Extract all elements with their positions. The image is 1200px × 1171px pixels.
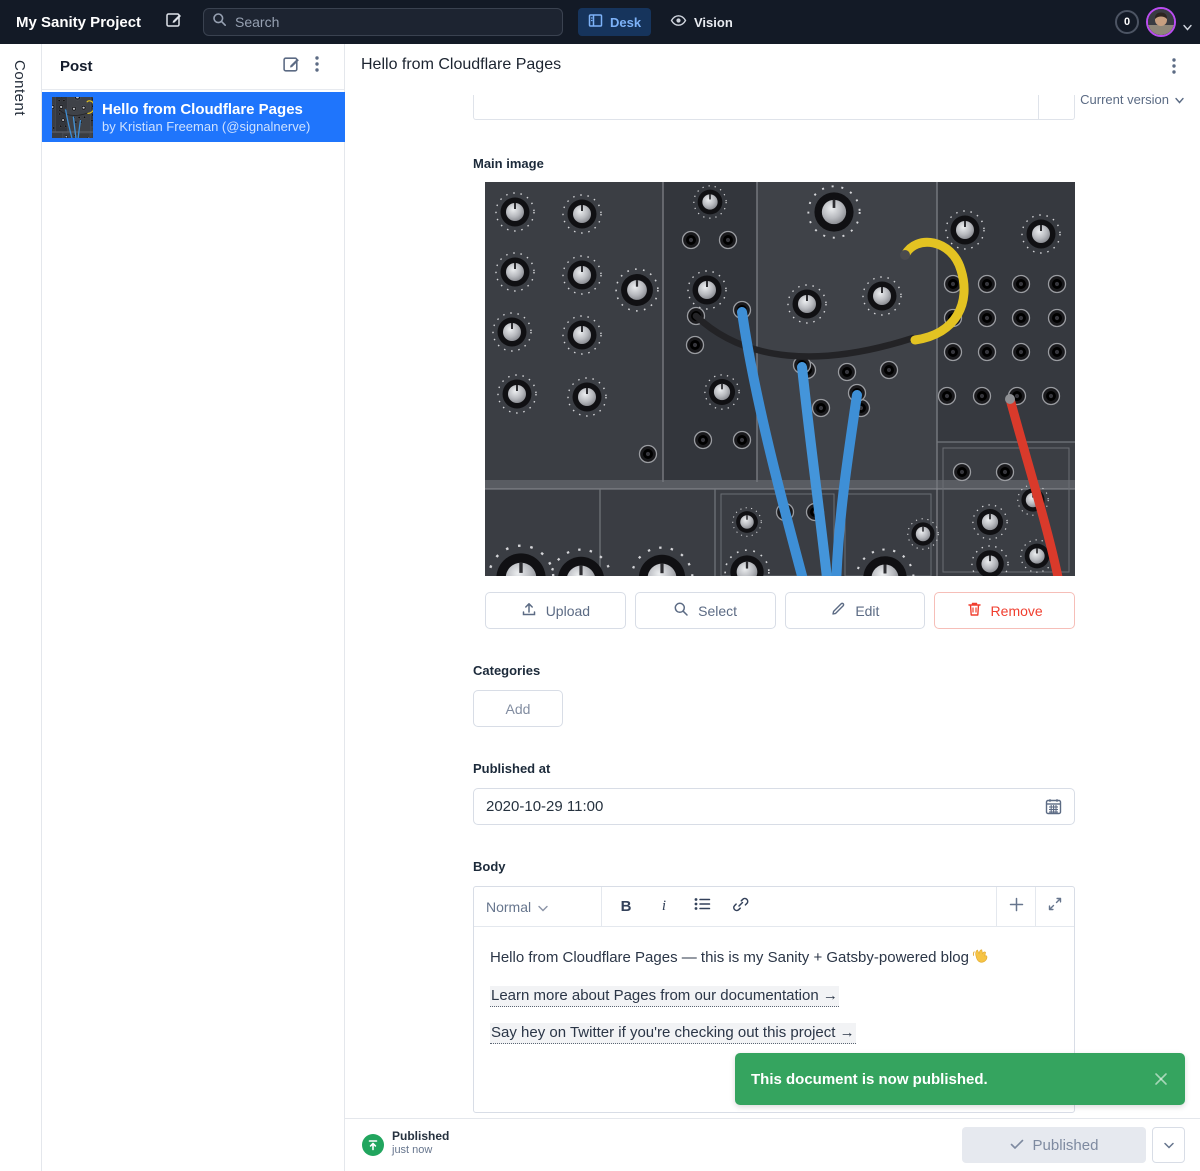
post-title: Hello from Cloudflare Pages: [102, 100, 310, 119]
rail-content-tab[interactable]: Content: [11, 60, 28, 116]
categories-label: Categories: [473, 663, 540, 678]
compose-icon: [165, 11, 183, 34]
chevron-down-icon: [1164, 1136, 1174, 1154]
top-bar: My Sanity Project Desk Vision 0: [0, 0, 1200, 44]
insert-block-button[interactable]: [996, 887, 1035, 926]
upload-icon: [521, 601, 537, 620]
slug-generate-divider: [1038, 95, 1039, 119]
new-document-button[interactable]: [163, 11, 185, 33]
add-category-button[interactable]: Add: [473, 690, 563, 727]
sanity-studio: My Sanity Project Desk Vision 0: [0, 0, 1200, 1171]
plus-icon: [1009, 897, 1024, 917]
tab-vision[interactable]: Vision: [660, 8, 743, 36]
select-button[interactable]: Select: [635, 592, 776, 629]
remove-label: Remove: [991, 603, 1043, 619]
trash-icon: [967, 601, 982, 620]
link-icon: [732, 896, 749, 918]
published-at-input[interactable]: [486, 798, 1045, 815]
search-input[interactable]: [235, 14, 535, 30]
body-paragraph-text: Hello from Cloudflare Pages — this is my…: [490, 949, 969, 966]
post-thumbnail: [52, 97, 93, 138]
slug-field-partial[interactable]: [473, 95, 1075, 120]
chevron-down-icon: [538, 899, 590, 915]
eye-icon: [670, 13, 694, 31]
style-select[interactable]: Normal: [474, 887, 602, 926]
chevron-down-icon: [1175, 92, 1184, 107]
body-label: Body: [473, 859, 506, 874]
main-image-preview[interactable]: [485, 182, 1075, 576]
create-post-button[interactable]: [278, 54, 304, 80]
post-subtitle: by Kristian Freeman (@signalnerve): [102, 119, 310, 135]
body-paragraph: Hello from Cloudflare Pages — this is my…: [490, 947, 1058, 970]
toast-message: This document is now published.: [751, 1071, 1153, 1088]
published-at-field: [473, 788, 1075, 825]
list-pane-header: Post: [42, 44, 344, 90]
tab-desk[interactable]: Desk: [578, 8, 651, 36]
editor-toolbar: Normal B i: [474, 887, 1074, 927]
publish-button-label: Published: [1033, 1137, 1099, 1154]
version-selector[interactable]: Current version: [1080, 92, 1184, 107]
pencil-icon: [830, 601, 846, 620]
post-texts: Hello from Cloudflare Pages by Kristian …: [102, 100, 310, 135]
bullet-list-button[interactable]: [688, 893, 716, 921]
kebab-menu-icon: [315, 56, 319, 77]
search-bar: [203, 8, 563, 36]
bold-button[interactable]: B: [612, 893, 640, 921]
document-footer: Published just now Published: [345, 1118, 1200, 1171]
body-link-docs[interactable]: Learn more about Pages from our document…: [490, 986, 839, 1007]
upload-button[interactable]: Upload: [485, 592, 626, 629]
list-pane-title: Post: [60, 58, 278, 75]
publish-status-label: Published: [392, 1129, 449, 1143]
bullet-list-icon: [694, 897, 711, 916]
document-pane: Hello from Cloudflare Pages Current vers…: [345, 44, 1200, 1171]
edit-button[interactable]: Edit: [785, 592, 926, 629]
main-image-label: Main image: [473, 156, 544, 171]
edit-label: Edit: [855, 603, 879, 619]
style-select-value: Normal: [486, 899, 538, 915]
search-icon: [673, 601, 689, 620]
compose-icon: [282, 55, 301, 79]
kebab-menu-icon: [1172, 58, 1176, 79]
close-icon[interactable]: [1153, 1071, 1169, 1087]
list-pane-menu-button[interactable]: [304, 54, 330, 80]
tab-vision-label: Vision: [694, 15, 733, 30]
wave-emoji-icon: [972, 947, 989, 970]
document-list-pane: Post Hello from Cloudflare Pages by Kris…: [42, 44, 345, 1171]
remove-button[interactable]: Remove: [934, 592, 1075, 629]
document-title: Hello from Cloudflare Pages: [361, 56, 561, 74]
version-label: Current version: [1080, 92, 1169, 107]
italic-button[interactable]: i: [650, 893, 678, 921]
publish-button[interactable]: Published: [962, 1127, 1146, 1163]
publish-status-icon: [362, 1134, 384, 1156]
select-label: Select: [698, 603, 737, 619]
fullscreen-button[interactable]: [1035, 887, 1074, 926]
publish-menu-button[interactable]: [1152, 1127, 1185, 1163]
link-button[interactable]: [726, 893, 754, 921]
tab-desk-label: Desk: [610, 15, 641, 30]
published-at-label: Published at: [473, 761, 550, 776]
check-icon: [1010, 1137, 1024, 1154]
content-rail: Content: [0, 44, 42, 1171]
avatar[interactable]: [1146, 7, 1176, 37]
search-icon: [212, 12, 227, 32]
editor-content[interactable]: Hello from Cloudflare Pages — this is my…: [474, 927, 1074, 1072]
notification-badge[interactable]: 0: [1115, 10, 1139, 34]
expand-icon: [1048, 897, 1062, 916]
publish-status-time: just now: [392, 1144, 432, 1156]
calendar-icon[interactable]: [1045, 798, 1062, 815]
format-buttons: B i: [602, 887, 996, 926]
body-link-twitter[interactable]: Say hey on Twitter if you're checking ou…: [490, 1023, 856, 1044]
document-menu-button[interactable]: [1162, 56, 1186, 80]
desk-icon: [588, 13, 610, 31]
publish-toast: This document is now published.: [735, 1053, 1185, 1105]
image-actions: Upload Select Edit Remove: [485, 592, 1075, 629]
upload-label: Upload: [546, 603, 590, 619]
project-title: My Sanity Project: [16, 14, 141, 31]
avatar-caret-icon[interactable]: [1183, 18, 1192, 36]
list-item-post[interactable]: Hello from Cloudflare Pages by Kristian …: [42, 92, 345, 142]
